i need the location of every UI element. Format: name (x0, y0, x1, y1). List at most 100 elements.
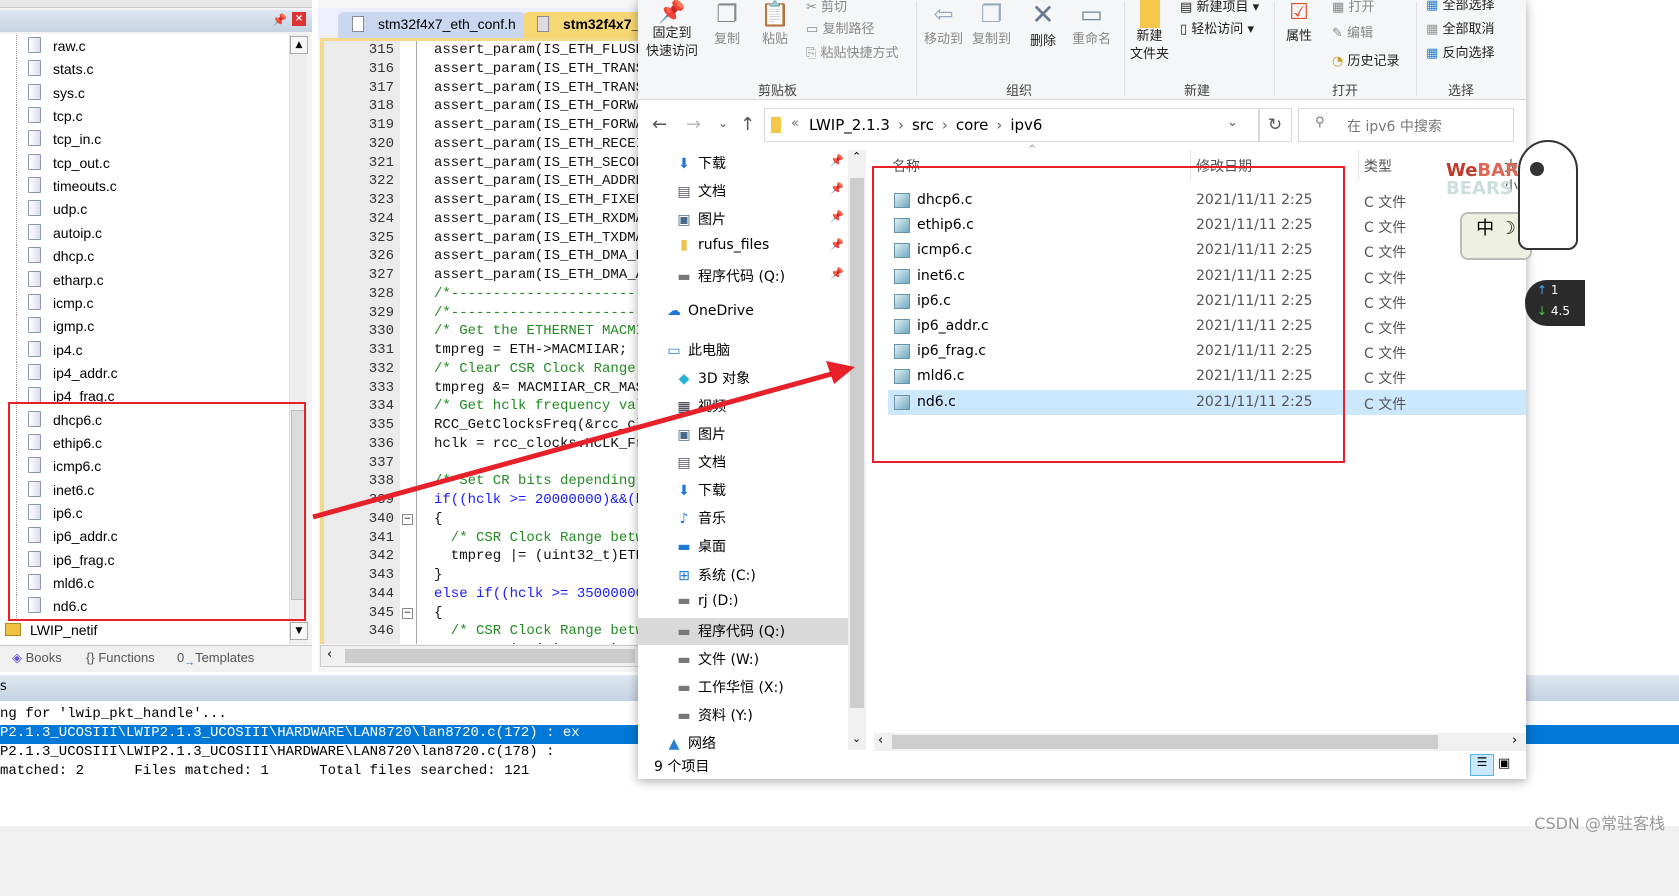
select-all-button[interactable]: ▦ 全部选择 (1426, 0, 1494, 13)
tree-item-file[interactable]: igmp.c (0, 315, 289, 339)
nav-item[interactable]: ▬ 程序代码 (Q:) (676, 621, 785, 641)
nav-item[interactable]: ▦ 视频 (676, 396, 726, 416)
copy-to-button[interactable]: ❐ 复制到 (972, 0, 1011, 47)
breadcrumb-separator-icon[interactable]: › (942, 116, 948, 134)
nav-item[interactable]: ▮ rufus_files (676, 237, 769, 253)
fold-toggle-icon[interactable]: − (402, 513, 413, 525)
tree-item-file[interactable]: tcp_out.c (0, 151, 289, 175)
scroll-thumb[interactable] (850, 178, 864, 708)
fold-toggle-icon[interactable]: − (402, 607, 413, 619)
history-button[interactable]: ◔ 历史记录 (1332, 50, 1400, 69)
tree-item-file[interactable]: autoip.c (0, 221, 289, 245)
nav-item[interactable]: ▬ rj (D:) (676, 593, 738, 609)
nav-item[interactable]: ☁ OneDrive (666, 303, 754, 319)
nav-item[interactable]: ⬇ 下载 (676, 480, 726, 500)
paste-shortcut-button[interactable]: ⎘ 粘贴快捷方式 (806, 42, 899, 61)
move-to-button[interactable]: ⇦ 移动到 (924, 0, 963, 47)
nav-item[interactable]: ▬ 文件 (W:) (676, 649, 759, 669)
pin-icon[interactable]: 📌 (830, 267, 844, 280)
editor-tab-eth-conf[interactable]: stm32f4x7_eth_conf.h (338, 12, 526, 38)
breadcrumb-separator-icon[interactable]: › (996, 116, 1002, 134)
copy-path-button[interactable]: ▭ 复制路径 (806, 18, 874, 37)
nav-item[interactable]: ▬ 工作华恒 (X:) (676, 677, 783, 697)
tree-item-file[interactable]: ip4.c (0, 338, 289, 362)
tree-item-file[interactable]: ip4_addr.c (0, 361, 289, 385)
invert-selection-button[interactable]: ▦ 反向选择 (1426, 42, 1494, 61)
breadcrumb-item[interactable]: LWIP_2.1.3 (809, 116, 890, 134)
tab-functions[interactable]: {} Functions (86, 650, 155, 665)
nav-item[interactable]: ▤ 文档 (676, 181, 726, 201)
nav-item[interactable]: ▣ 图片 (676, 424, 726, 444)
pin-icon[interactable]: 📌 (830, 210, 844, 223)
tree-item-file[interactable]: timeouts.c (0, 175, 289, 199)
code-editor[interactable]: 315 316 317 318 319 320 321 322 323 324 325 326 327 3… (320, 38, 640, 644)
pin-quick-access-button[interactable]: 📌 固定到 快速访问 (646, 0, 698, 61)
nav-item[interactable]: ⬇ 下载 (676, 153, 726, 173)
tree-item-file[interactable]: stats.c (0, 58, 289, 82)
nav-item[interactable]: ▲ 网络 (666, 733, 716, 753)
new-item-button[interactable]: ▤ 新建项目 ▾ (1180, 0, 1259, 15)
nav-item[interactable]: ⊞ 系统 (C:) (676, 565, 756, 585)
delete-button[interactable]: ✕ 删除 (1030, 0, 1056, 49)
tab-templates[interactable]: 0→Templates (177, 650, 254, 669)
nav-scrollbar[interactable]: ⌃ ⌄ (848, 150, 866, 750)
scroll-left-icon[interactable]: ‹ (327, 647, 332, 662)
tree-item-file[interactable]: dhcp.c (0, 245, 289, 269)
tree-item-file[interactable]: sys.c (0, 81, 289, 105)
breadcrumb-item[interactable]: src (912, 116, 934, 134)
tree-item-file[interactable]: raw.c (0, 35, 289, 58)
open-button[interactable]: ▦ 打开 (1332, 0, 1374, 15)
nav-item[interactable]: ▣ 图片 (676, 209, 726, 229)
cut-button[interactable]: ✂ 剪切 (806, 0, 847, 15)
pin-icon[interactable]: 📌 (272, 13, 287, 27)
select-none-button[interactable]: ▦ 全部取消 (1426, 18, 1494, 37)
nav-item[interactable]: ▤ 文档 (676, 452, 726, 472)
tree-group-lwip-netif[interactable]: LWIP_netif (0, 620, 289, 643)
nav-item[interactable]: ♪ 音乐 (676, 508, 726, 528)
pin-icon[interactable]: 📌 (830, 182, 844, 195)
scroll-down-icon[interactable]: ⌄ (852, 732, 861, 745)
scroll-down-button[interactable]: ▼ (290, 622, 308, 640)
paste-button[interactable]: 📋 粘贴 (760, 0, 790, 47)
tree-item-file[interactable]: tcp_in.c (0, 128, 289, 152)
refresh-button[interactable]: ↻ (1258, 108, 1292, 142)
large-icons-view-button[interactable]: ▣ (1498, 756, 1510, 771)
back-button[interactable]: ← (652, 114, 667, 135)
new-folder-button[interactable]: 新建 文件夹 (1130, 0, 1169, 64)
forward-button[interactable]: → (686, 114, 701, 135)
properties-button[interactable]: ☑ 属性 (1286, 0, 1312, 44)
breadcrumb-item[interactable]: core (956, 116, 989, 134)
edit-button[interactable]: ✎ 编辑 (1332, 22, 1373, 41)
address-bar[interactable]: « LWIP_2.1.3 › src › core › ipv6 ⌄ (764, 108, 1260, 142)
scroll-up-icon[interactable]: ⌃ (852, 150, 861, 163)
scroll-thumb[interactable] (345, 649, 635, 663)
nav-item[interactable]: ▬ 资料 (Y:) (676, 705, 752, 725)
copy-button[interactable]: ❐ 复制 (714, 0, 740, 47)
breadcrumb-item[interactable]: ipv6 (1010, 116, 1042, 134)
tree-item-file[interactable]: icmp.c (0, 291, 289, 315)
address-dropdown-icon[interactable]: ⌄ (1227, 115, 1238, 130)
breadcrumb-separator-icon[interactable]: › (898, 116, 904, 134)
scroll-thumb[interactable] (892, 735, 1438, 749)
nav-item[interactable]: ◆ 3D 对象 (676, 368, 751, 388)
nav-item[interactable]: ▬ 桌面 (676, 536, 726, 556)
tab-books[interactable]: ◈ Books (12, 650, 62, 666)
tree-item-file[interactable]: etharp.c (0, 268, 289, 292)
scroll-right-icon[interactable]: › (1512, 733, 1517, 748)
overflow-chevron-icon[interactable]: « (791, 116, 799, 131)
scroll-left-icon[interactable]: ‹ (878, 733, 883, 748)
editor-horizontal-scrollbar[interactable]: ‹ (320, 645, 640, 667)
tree-item-file[interactable]: tcp.c (0, 105, 289, 129)
recent-locations-icon[interactable]: ⌄ (718, 116, 728, 130)
easy-access-button[interactable]: ▯ 轻松访问 ▾ (1180, 18, 1254, 37)
file-list-horizontal-scrollbar[interactable]: ‹ › (874, 733, 1526, 751)
search-box[interactable]: ⚲ 在 ipv6 中搜索 (1298, 108, 1514, 142)
rename-button[interactable]: ▭ 重命名 (1072, 0, 1111, 47)
up-button[interactable]: ↑ (740, 114, 755, 135)
tree-item-file[interactable]: udp.c (0, 198, 289, 222)
details-view-button[interactable]: ☰ (1470, 754, 1494, 776)
close-pane-button[interactable]: × (292, 12, 306, 26)
column-header-type[interactable]: 类型 (1364, 156, 1392, 176)
pin-icon[interactable]: 📌 (830, 238, 844, 251)
nav-item[interactable]: ▬ 程序代码 (Q:) (676, 266, 785, 286)
